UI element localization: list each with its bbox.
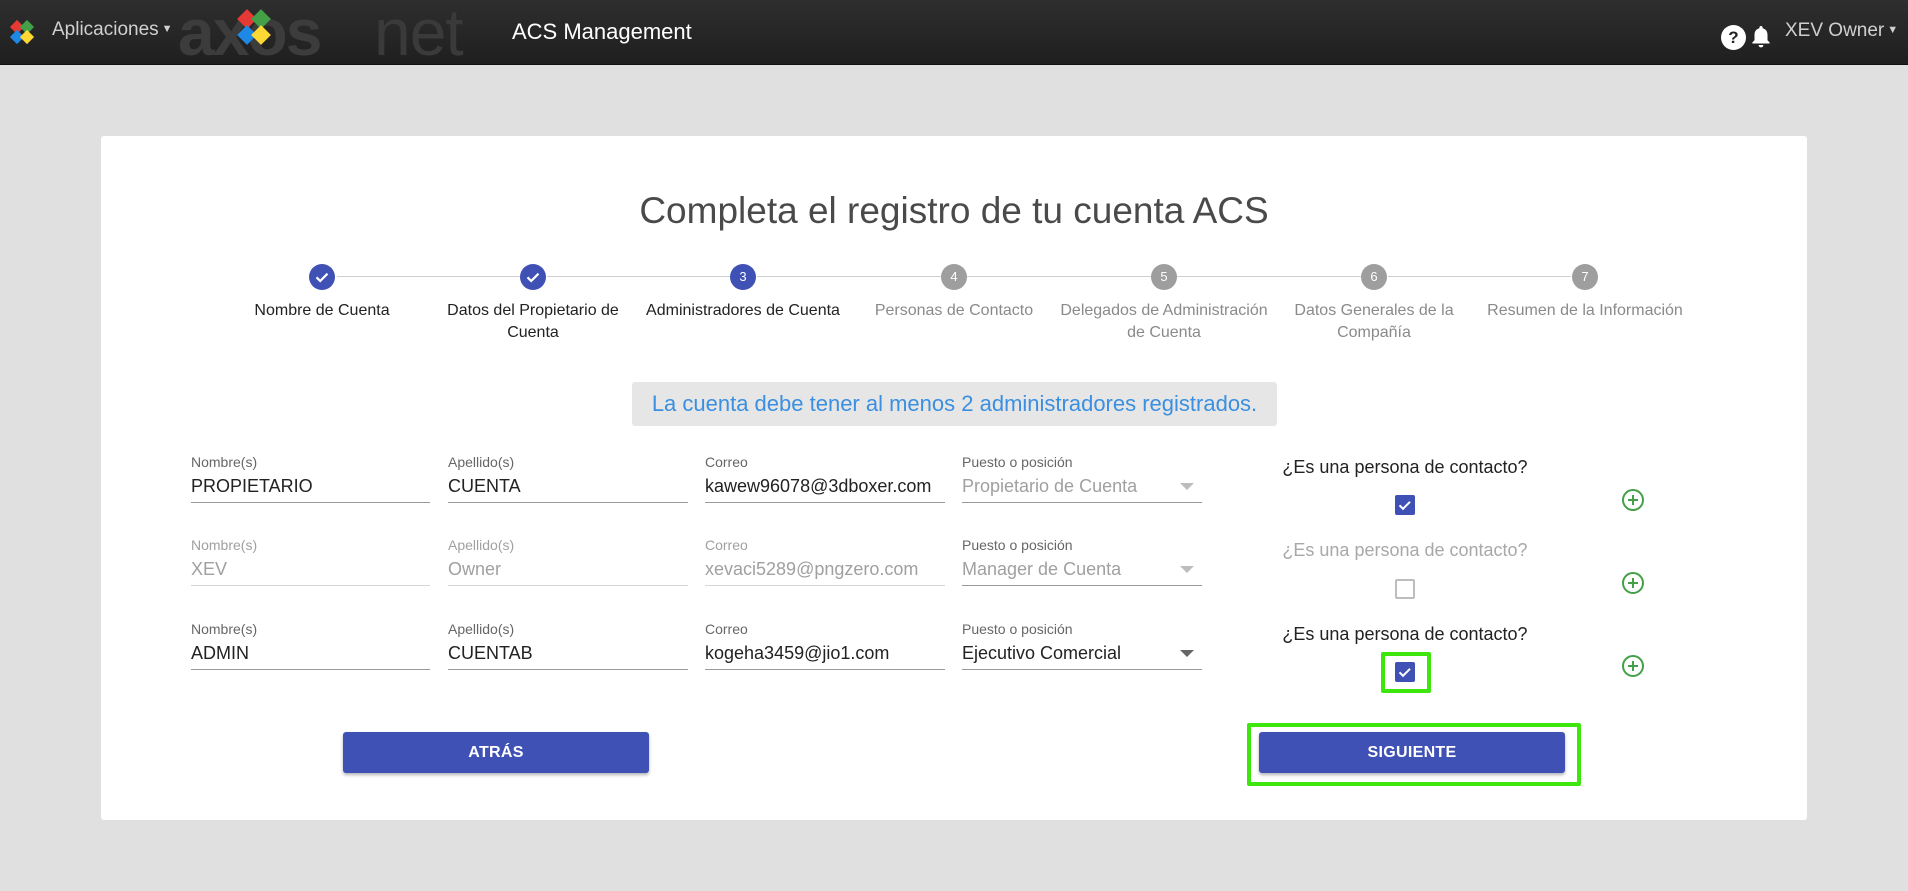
step-label: Datos del Propietario de Cuenta: [447, 302, 619, 341]
user-menu[interactable]: XEV Owner ▼: [1785, 20, 1898, 42]
step-resumen[interactable]: 7 Resumen de la Información: [1480, 264, 1690, 322]
nombre-field[interactable]: Nombre(s) PROPIETARIO: [191, 454, 430, 503]
puesto-select[interactable]: Puesto o posición Manager de Cuenta: [962, 537, 1202, 586]
field-label: Nombre(s): [191, 537, 258, 553]
admin-count-notice: La cuenta debe tener al menos 2 administ…: [632, 382, 1277, 426]
app-title: ACS Management: [512, 19, 692, 44]
field-label: Nombre(s): [191, 454, 258, 470]
field-label: Puesto o posición: [962, 621, 1073, 637]
apps-menu-label: Aplicaciones: [52, 19, 159, 40]
dropdown-arrow-icon: [1180, 650, 1194, 657]
top-navigation-bar: Aplicaciones▼ axos net ACS Management ? …: [0, 0, 1908, 69]
dropdown-arrow-icon: [1180, 566, 1194, 573]
field-value: ADMIN: [191, 643, 249, 663]
field-label: Correo: [705, 537, 748, 553]
nombre-field[interactable]: Nombre(s) ADMIN: [191, 621, 430, 670]
add-circle-icon[interactable]: [1621, 488, 1645, 512]
field-label: Apellido(s): [448, 621, 515, 637]
field-value: Propietario de Cuenta: [962, 476, 1138, 496]
puesto-select[interactable]: Puesto o posición Propietario de Cuenta: [962, 454, 1202, 503]
step-datos-propietario[interactable]: Datos del Propietario de Cuenta: [428, 264, 638, 344]
step-personas-contacto[interactable]: 4 Personas de Contacto: [849, 264, 1059, 322]
brand-logo-right: net: [374, 0, 464, 69]
field-value: CUENTAB: [448, 643, 533, 663]
step-label: Resumen de la Información: [1487, 302, 1683, 319]
step-label: Datos Generales de la Compañía: [1294, 302, 1454, 341]
correo-field[interactable]: Correo kogeha3459@jio1.com: [705, 621, 945, 670]
step-label: Delegados de Administración de Cuenta: [1060, 302, 1268, 341]
page-title: Completa el registro de tu cuenta ACS: [639, 190, 1269, 231]
field-label: Puesto o posición: [962, 454, 1073, 470]
field-value: Manager de Cuenta: [962, 559, 1122, 579]
step-nombre-de-cuenta[interactable]: Nombre de Cuenta: [217, 264, 427, 322]
field-value: xevaci5289@pngzero.com: [705, 559, 919, 579]
brand-logo: axos net: [178, 0, 488, 69]
field-value: CUENTA: [448, 476, 521, 496]
correo-field: Correo xevaci5289@pngzero.com: [705, 537, 945, 586]
contact-question: ¿Es una persona de contacto?: [1282, 624, 1528, 644]
user-name: XEV Owner: [1785, 20, 1885, 41]
step-datos-generales[interactable]: 6 Datos Generales de la Compañía: [1269, 264, 1479, 344]
apellido-field[interactable]: Apellido(s) CUENTAB: [448, 621, 688, 670]
step-number: 3: [730, 264, 756, 290]
contact-checkbox[interactable]: [1395, 495, 1415, 515]
add-circle-icon[interactable]: [1621, 654, 1645, 678]
checkbox-highlight: [1381, 652, 1431, 693]
step-number: 5: [1151, 264, 1177, 290]
field-value: PROPIETARIO: [191, 476, 313, 496]
field-label: Puesto o posición: [962, 537, 1073, 553]
correo-field[interactable]: Correo kawew96078@3dboxer.com: [705, 454, 945, 503]
field-label: Apellido(s): [448, 537, 515, 553]
step-number: 6: [1361, 264, 1387, 290]
apellido-field[interactable]: Apellido(s) CUENTA: [448, 454, 688, 503]
field-value: XEV: [191, 559, 228, 579]
apps-logo-icon[interactable]: [8, 18, 38, 48]
checkmark-icon: [1398, 501, 1411, 511]
step-done-check-icon: [520, 264, 546, 290]
dropdown-arrow-icon: [1180, 483, 1194, 490]
help-icon[interactable]: ?: [1721, 25, 1746, 50]
caret-down-icon: ▼: [161, 23, 173, 35]
contact-checkbox[interactable]: [1395, 579, 1415, 599]
add-circle-icon[interactable]: [1621, 571, 1645, 595]
step-number: 4: [941, 264, 967, 290]
field-value: Ejecutivo Comercial: [962, 643, 1122, 663]
caret-down-icon: ▼: [1887, 24, 1899, 36]
step-done-check-icon: [309, 264, 335, 290]
bell-icon[interactable]: [1749, 24, 1773, 50]
field-label: Apellido(s): [448, 454, 515, 470]
back-button[interactable]: ATRÁS: [343, 732, 649, 773]
field-label: Correo: [705, 454, 748, 470]
next-button[interactable]: SIGUIENTE: [1259, 732, 1565, 773]
contact-question: ¿Es una persona de contacto?: [1282, 457, 1528, 477]
step-delegados[interactable]: 5 Delegados de Administración de Cuenta: [1059, 264, 1269, 344]
field-value: kawew96078@3dboxer.com: [705, 476, 932, 496]
contact-question: ¿Es una persona de contacto?: [1282, 540, 1528, 560]
step-label: Administradores de Cuenta: [646, 302, 840, 319]
step-administradores[interactable]: 3 Administradores de Cuenta: [638, 264, 848, 322]
field-label: Correo: [705, 621, 748, 637]
field-label: Nombre(s): [191, 621, 258, 637]
puesto-select[interactable]: Puesto o posición Ejecutivo Comercial: [962, 621, 1202, 670]
step-label: Nombre de Cuenta: [254, 302, 390, 319]
field-value: Owner: [448, 559, 502, 579]
step-label: Personas de Contacto: [874, 302, 1034, 319]
step-number: 7: [1572, 264, 1598, 290]
field-value: kogeha3459@jio1.com: [705, 643, 890, 663]
nombre-field: Nombre(s) XEV: [191, 537, 430, 586]
brand-logo-mark-icon: [237, 9, 271, 45]
apps-menu[interactable]: Aplicaciones ▼: [52, 19, 173, 41]
apellido-field: Apellido(s) Owner: [448, 537, 688, 586]
